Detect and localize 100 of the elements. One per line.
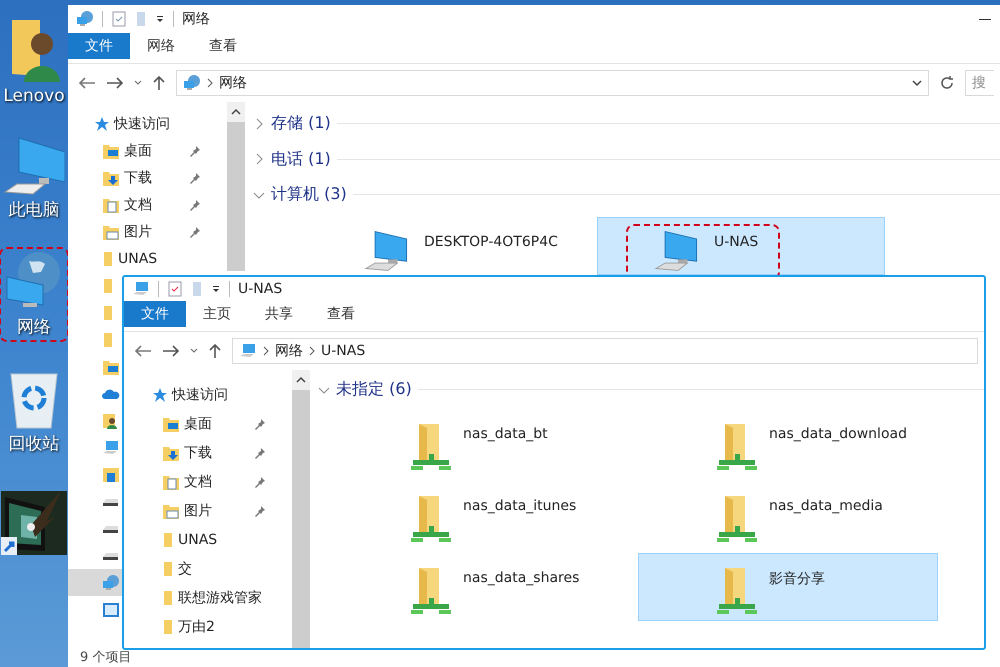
- nav-item[interactable]: 快速访问: [68, 110, 227, 137]
- pin-icon: [254, 446, 266, 458]
- file-item[interactable]: nas_data_download: [638, 409, 938, 477]
- group-header[interactable]: 电话 (1): [271, 148, 331, 170]
- file-item[interactable]: nas_data_itunes: [332, 481, 632, 549]
- pin-icon: [254, 504, 266, 516]
- nav-item[interactable]: 文档: [124, 467, 292, 496]
- drive-icon: [102, 496, 120, 506]
- pin-icon: [189, 198, 201, 210]
- computer-icon: [239, 343, 257, 359]
- computer-icon: [3, 136, 65, 196]
- breadcrumb-chevron-icon: [263, 346, 269, 356]
- breadcrumb[interactable]: 网络: [275, 342, 303, 360]
- nav-item[interactable]: 桌面: [68, 137, 227, 164]
- folder-icon: [102, 304, 114, 322]
- nav-item[interactable]: 下载: [124, 438, 292, 467]
- forward-arrow-icon[interactable]: [106, 76, 124, 90]
- cloud-icon: [102, 386, 120, 400]
- ribbon-tab[interactable]: 共享: [248, 301, 310, 327]
- back-arrow-icon[interactable]: [78, 76, 96, 90]
- nav-item[interactable]: 快速访问: [124, 380, 292, 409]
- desktop-icon-label[interactable]: 回收站: [8, 432, 60, 455]
- pin-icon: [254, 418, 266, 430]
- user-folder-icon: [102, 412, 118, 430]
- folder-icon: [102, 330, 114, 348]
- address-bar[interactable]: 网络: [176, 70, 929, 96]
- dropdown-icon[interactable]: [155, 14, 165, 24]
- desktop-icon-label[interactable]: Lenovo: [3, 86, 65, 106]
- group-header[interactable]: 存储 (1): [271, 113, 331, 134]
- scroll-up-icon[interactable]: [296, 376, 306, 384]
- caret-icon[interactable]: [134, 79, 142, 87]
- breadcrumb-chevron-icon: [207, 78, 213, 88]
- window-title: U-NAS: [238, 281, 282, 297]
- nav-item[interactable]: UNAS: [68, 245, 227, 272]
- library-folder-icon: [102, 466, 120, 482]
- desktop-icon-label[interactable]: 网络: [17, 315, 51, 338]
- file-item[interactable]: U-NAS: [597, 216, 885, 274]
- nav-item[interactable]: 万由2: [124, 612, 292, 641]
- forward-arrow-icon[interactable]: [162, 344, 180, 358]
- pin-icon: [254, 476, 266, 488]
- pin-icon: [189, 172, 201, 184]
- ribbon-tab[interactable]: 文件: [68, 33, 130, 59]
- drive-icon: [102, 550, 120, 560]
- up-arrow-icon[interactable]: [152, 75, 166, 91]
- properties-icon[interactable]: [167, 281, 183, 297]
- control-panel-icon: [102, 602, 120, 618]
- network-icon: [76, 10, 94, 28]
- nav-item[interactable]: 文档: [68, 191, 227, 218]
- status-text: 9 个项目: [80, 649, 132, 666]
- group-header[interactable]: 未指定 (6): [336, 379, 412, 400]
- refresh-icon[interactable]: [939, 75, 955, 91]
- network-icon: [183, 74, 201, 92]
- caret-icon[interactable]: [190, 347, 198, 355]
- nav-item[interactable]: 联想游戏管家: [124, 583, 292, 612]
- nav-item[interactable]: 交: [124, 554, 292, 583]
- desktop-icon-label[interactable]: 此电脑: [8, 198, 60, 221]
- folder-icon: [162, 618, 174, 636]
- folder-icon: [102, 250, 114, 268]
- nav-item[interactable]: 下载: [68, 164, 227, 191]
- folder-icon: [162, 560, 174, 578]
- ribbon-tab[interactable]: 查看: [310, 301, 372, 327]
- folder-icon: [102, 276, 114, 294]
- file-item[interactable]: nas_data_media: [638, 481, 938, 549]
- ribbon-tab[interactable]: 文件: [124, 301, 186, 327]
- folder-icon: [162, 588, 174, 606]
- file-item[interactable]: 影音分享: [638, 553, 938, 621]
- properties-icon[interactable]: [111, 11, 127, 27]
- file-item[interactable]: DESKTOP-4OT6P4C: [307, 216, 597, 274]
- star-icon: [94, 116, 110, 132]
- breadcrumb[interactable]: 网络: [219, 74, 247, 92]
- back-arrow-icon[interactable]: [134, 344, 152, 358]
- window-title: 网络: [182, 10, 210, 28]
- up-arrow-icon[interactable]: [208, 343, 222, 359]
- file-item[interactable]: nas_data_shares: [332, 553, 632, 621]
- group-header[interactable]: 计算机 (3): [271, 184, 347, 206]
- ribbon-tab[interactable]: 主页: [186, 301, 248, 327]
- star-icon: [152, 386, 168, 402]
- address-bar[interactable]: 网络 U-NAS: [232, 338, 978, 364]
- scroll-up-icon[interactable]: [231, 108, 241, 116]
- ribbon-tab[interactable]: 网络: [130, 33, 192, 59]
- network-icon: [102, 574, 120, 592]
- breadcrumb-chevron-icon: [309, 346, 315, 356]
- nav-item[interactable]: UNAS: [124, 525, 292, 554]
- file-item[interactable]: nas_data_bt: [332, 409, 632, 477]
- search-field[interactable]: 搜: [965, 70, 994, 96]
- breadcrumb[interactable]: U-NAS: [321, 343, 366, 359]
- nav-item[interactable]: 图片: [68, 218, 227, 245]
- scrollbar[interactable]: [227, 102, 245, 271]
- dropdown-caret-icon[interactable]: [912, 79, 922, 87]
- nav-item[interactable]: 图片: [124, 496, 292, 525]
- ribbon-tab[interactable]: 查看: [192, 33, 254, 59]
- pin-icon: [189, 144, 201, 156]
- nav-item[interactable]: 桌面: [124, 409, 292, 438]
- computer-icon: [102, 440, 120, 456]
- scrollbar[interactable]: [292, 370, 310, 648]
- pin-icon: [189, 226, 201, 238]
- computer-icon: [132, 281, 150, 297]
- drive-icon: [102, 524, 120, 534]
- folder-icon: [162, 530, 174, 548]
- dropdown-icon[interactable]: [211, 284, 221, 294]
